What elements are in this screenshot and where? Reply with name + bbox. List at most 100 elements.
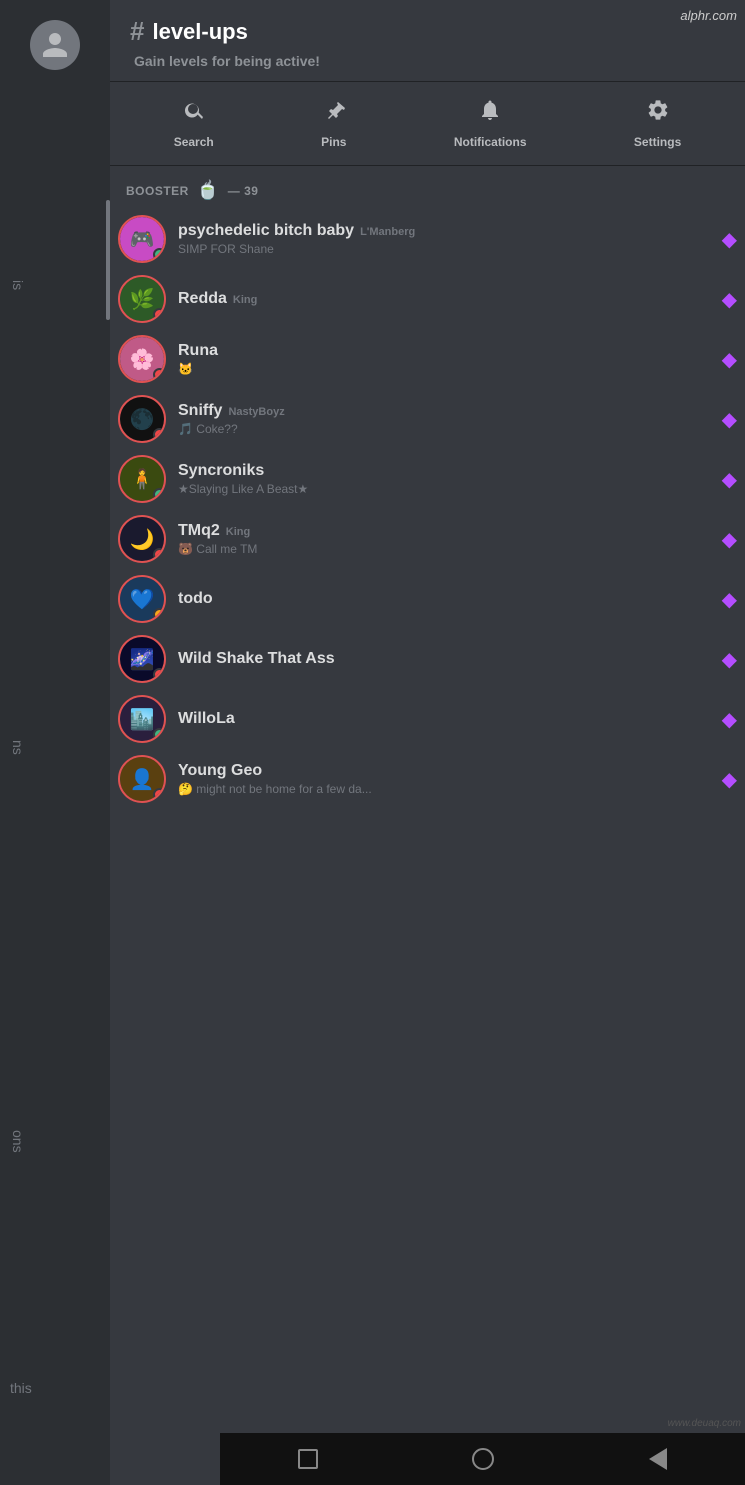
- member-name: Redda: [178, 290, 227, 308]
- section-count: — 39: [228, 184, 259, 198]
- member-name: Wild Shake That Ass: [178, 650, 335, 668]
- notifications-toolbar-item[interactable]: Notifications: [454, 98, 527, 149]
- member-status: 🐻 Call me TM: [178, 542, 722, 556]
- home-icon: [472, 1448, 494, 1470]
- search-toolbar-item[interactable]: Search: [174, 98, 214, 149]
- member-name: TMq2: [178, 522, 220, 540]
- member-name: psychedelic bitch baby: [178, 222, 354, 240]
- member-row[interactable]: 🎮psychedelic bitch babyL'ManbergSIMP FOR…: [110, 209, 745, 269]
- member-name: Young Geo: [178, 762, 262, 780]
- member-info: Syncroniks★Slaying Like A Beast★: [178, 462, 722, 496]
- boost-diamond-icon: ◆: [722, 347, 737, 372]
- settings-icon: [646, 98, 670, 129]
- member-status: 🤔 might not be home for a few da...: [178, 782, 722, 796]
- sidebar-avatar[interactable]: [30, 20, 80, 70]
- avatar-wrapper: 🌑: [118, 395, 166, 443]
- avatar-wrapper: 🏙️: [118, 695, 166, 743]
- boost-diamond-icon: ◆: [722, 707, 737, 732]
- status-dot: [153, 548, 166, 561]
- sidebar: is ns ons this: [0, 0, 110, 1485]
- android-nav-bar: [220, 1433, 745, 1485]
- section-header-booster: BOOSTER 🍵 — 39: [110, 166, 745, 209]
- booster-label: BOOSTER: [126, 184, 189, 198]
- status-dot: [153, 608, 166, 621]
- member-row[interactable]: 🧍Syncroniks★Slaying Like A Beast★◆: [110, 449, 745, 509]
- boost-diamond-icon: ◆: [722, 587, 737, 612]
- member-row[interactable]: 🌙TMq2King🐻 Call me TM◆: [110, 509, 745, 569]
- member-info: SniffyNastyBoyz🎵 Coke??: [178, 402, 722, 436]
- avatar-wrapper: 🎮: [118, 215, 166, 263]
- member-name-row: Wild Shake That Ass: [178, 650, 722, 668]
- status-dot: [153, 248, 166, 261]
- member-tag: NastyBoyz: [228, 406, 284, 418]
- member-name-row: Redda King: [178, 290, 722, 308]
- member-row[interactable]: 🌸Runa🐱◆: [110, 329, 745, 389]
- member-name: Sniffy: [178, 402, 222, 420]
- member-row[interactable]: 💙todo◆: [110, 569, 745, 629]
- booster-emoji: 🍵: [197, 180, 220, 201]
- watermark-bottom: www.deuaq.com: [668, 1418, 741, 1429]
- nav-home[interactable]: [468, 1444, 498, 1474]
- status-dot: [153, 728, 166, 741]
- member-tag: L'Manberg: [360, 226, 415, 238]
- member-name-row: Sniffy NastyBoyz: [178, 402, 722, 420]
- member-info: Redda King: [178, 290, 722, 308]
- member-row[interactable]: 🌑SniffyNastyBoyz🎵 Coke??◆: [110, 389, 745, 449]
- boost-diamond-icon: ◆: [722, 227, 737, 252]
- boost-diamond-icon: ◆: [722, 467, 737, 492]
- recent-apps-icon: [298, 1449, 318, 1469]
- member-info: TMq2 King 🐻 Call me TM: [178, 522, 722, 556]
- sidebar-text-1: is: [10, 280, 26, 290]
- status-dot: [153, 668, 166, 681]
- member-name-row: Young Geo: [178, 762, 722, 780]
- member-name: WilloLa: [178, 710, 235, 728]
- member-info: psychedelic bitch babyL'ManbergSIMP FOR …: [178, 222, 722, 256]
- watermark-top: alphr.com: [680, 8, 737, 23]
- status-dot: [153, 428, 166, 441]
- member-name-row: todo: [178, 590, 722, 608]
- settings-label: Settings: [634, 135, 681, 149]
- member-row[interactable]: 👤 Young Geo 🤔 might not be home for a few …: [110, 749, 745, 809]
- avatar-wrapper: 🌿: [118, 275, 166, 323]
- member-name: Syncroniks: [178, 462, 264, 480]
- pins-icon: [322, 98, 346, 129]
- sidebar-text-4: this: [10, 1380, 32, 1396]
- status-dot: [153, 368, 166, 381]
- member-info: Young Geo 🤔 might not be home for a few d…: [178, 762, 722, 796]
- members-section: BOOSTER 🍵 — 39 🎮 psychedelic bitch baby L'…: [110, 166, 745, 1485]
- pins-toolbar-item[interactable]: Pins: [321, 98, 346, 149]
- settings-toolbar-item[interactable]: Settings: [634, 98, 681, 149]
- members-list: 🎮psychedelic bitch babyL'ManbergSIMP FOR…: [110, 209, 745, 809]
- sidebar-text-2: ns: [10, 740, 26, 755]
- sidebar-text-3: ons: [10, 1130, 26, 1153]
- boost-diamond-icon: ◆: [722, 647, 737, 672]
- notifications-label: Notifications: [454, 135, 527, 149]
- member-info: todo: [178, 590, 722, 608]
- member-name-row: Runa: [178, 342, 722, 360]
- member-row[interactable]: 🌌Wild Shake That Ass◆: [110, 629, 745, 689]
- status-dot: [153, 488, 166, 501]
- channel-toolbar: Search Pins Notifications: [110, 82, 745, 166]
- status-dot: [153, 308, 166, 321]
- member-status: 🐱: [178, 362, 722, 376]
- nav-back[interactable]: [643, 1444, 673, 1474]
- member-info: Runa 🐱: [178, 342, 722, 376]
- member-tag: King: [226, 526, 250, 538]
- channel-title-row: # level-ups: [130, 16, 725, 47]
- boost-diamond-icon: ◆: [722, 287, 737, 312]
- boost-diamond-icon: ◆: [722, 527, 737, 552]
- member-name-row: TMq2 King: [178, 522, 722, 540]
- member-name-row: psychedelic bitch baby L'Manberg: [178, 222, 722, 240]
- status-dot: [153, 788, 166, 801]
- member-tag: King: [233, 294, 257, 306]
- channel-header: # level-ups Gain levels for being active…: [110, 0, 745, 82]
- back-icon: [649, 1448, 667, 1470]
- main-content: alphr.com # level-ups Gain levels for be…: [110, 0, 745, 1485]
- notifications-icon: [478, 98, 502, 129]
- member-row[interactable]: 🏙️ WilloLa ◆: [110, 689, 745, 749]
- nav-recent-apps[interactable]: [293, 1444, 323, 1474]
- avatar-wrapper: 👤: [118, 755, 166, 803]
- boost-diamond-icon: ◆: [722, 767, 737, 792]
- member-row[interactable]: 🌿 Redda King ◆: [110, 269, 745, 329]
- member-name-row: Syncroniks: [178, 462, 722, 480]
